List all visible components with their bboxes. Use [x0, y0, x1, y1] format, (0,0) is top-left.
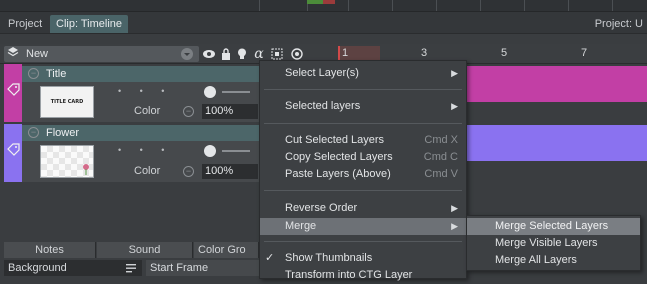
- submenu-item-merge-all[interactable]: Merge All Layers: [467, 252, 640, 269]
- opacity-field[interactable]: 100%: [202, 164, 258, 179]
- menu-item-reverse-order[interactable]: Reverse Order ▶: [260, 200, 466, 217]
- arrow-right-icon: ▶: [451, 101, 458, 111]
- tab-project[interactable]: Project: [2, 15, 48, 33]
- tag-icon: [7, 83, 20, 96]
- tab-notes[interactable]: Notes: [4, 242, 96, 258]
- layers-icon[interactable]: [6, 46, 20, 62]
- tab-sound[interactable]: Sound: [97, 242, 193, 258]
- eye-icon[interactable]: [202, 46, 216, 62]
- submenu-item-merge-selected[interactable]: Merge Selected Layers: [467, 218, 640, 235]
- spacer: [0, 35, 647, 44]
- ruler-frame-7: 7: [581, 47, 588, 59]
- layer-dots: • • •: [118, 145, 173, 155]
- menu-separator: [264, 241, 462, 242]
- ruler-frame-3: 3: [421, 47, 428, 59]
- color-label: Color: [134, 105, 161, 117]
- tab-clip-timeline[interactable]: Clip: Timeline: [50, 15, 129, 33]
- top-strip: [0, 0, 647, 12]
- red-marker: [323, 0, 335, 4]
- arrow-right-icon: ▶: [451, 203, 458, 213]
- track-bar-title[interactable]: [467, 66, 647, 102]
- list-icon[interactable]: [124, 260, 140, 276]
- opacity-knob[interactable]: [204, 86, 216, 98]
- menu-item-select-layers[interactable]: Select Layer(s) ▶: [260, 65, 466, 82]
- dropdown-icon[interactable]: [181, 48, 193, 60]
- merge-submenu: Merge Selected Layers Merge Visible Laye…: [466, 215, 641, 271]
- context-menu: Select Layer(s) ▶ Selected layers ▶ Cut Se…: [259, 60, 467, 281]
- opacity-track[interactable]: [222, 91, 250, 93]
- menu-item-cut-layers[interactable]: Cut Selected Layers Cmd X: [260, 132, 466, 149]
- menu-item-transform-ctg[interactable]: Transform into CTG Layer: [260, 267, 466, 284]
- lock-icon[interactable]: [219, 46, 233, 62]
- layer-name: Title: [46, 68, 67, 80]
- menu-separator: [264, 89, 462, 90]
- flower-icon: [83, 164, 89, 175]
- ruler-frame-5: 5: [501, 47, 508, 59]
- green-marker: [307, 0, 323, 4]
- thumb-text: TITLE CARD: [50, 99, 84, 105]
- layer-thumbnail: [40, 145, 94, 178]
- minus-icon[interactable]: −: [183, 166, 194, 177]
- check-icon: ✓: [265, 252, 275, 264]
- layer-thumbnail: TITLE CARD: [40, 86, 94, 118]
- minus-icon[interactable]: −: [183, 106, 194, 117]
- background-field[interactable]: Background: [4, 260, 142, 276]
- submenu-item-merge-visible[interactable]: Merge Visible Layers: [467, 235, 640, 252]
- minus-icon[interactable]: −: [28, 127, 39, 138]
- empty-layer-area: [4, 182, 259, 240]
- bulb-icon[interactable]: [235, 46, 249, 62]
- layer-color-swatch[interactable]: [4, 124, 22, 182]
- tabs-bar: Project Clip: Timeline Project: U: [0, 12, 647, 34]
- layer-color-swatch[interactable]: [4, 64, 22, 122]
- opacity-track[interactable]: [222, 150, 250, 152]
- layer-name: Flower: [46, 127, 80, 139]
- minus-icon[interactable]: −: [28, 68, 39, 79]
- menu-separator: [264, 123, 462, 124]
- tag-icon: [7, 143, 20, 156]
- menu-item-merge[interactable]: Merge ▶: [260, 218, 466, 235]
- menu-item-show-thumbnails[interactable]: ✓ Show Thumbnails: [260, 250, 466, 267]
- arrow-right-icon: ▶: [451, 68, 458, 78]
- menu-item-copy-layers[interactable]: Copy Selected Layers Cmd C: [260, 149, 466, 166]
- tab-color-group[interactable]: Color Gro: [194, 242, 259, 258]
- new-label: New: [26, 48, 49, 60]
- menu-item-selected-layers[interactable]: Selected layers ▶: [260, 98, 466, 115]
- opacity-knob[interactable]: [204, 145, 216, 157]
- start-frame-field[interactable]: Start Frame: [146, 260, 259, 276]
- color-label: Color: [134, 165, 161, 177]
- menu-item-paste-layers[interactable]: Paste Layers (Above) Cmd V: [260, 166, 466, 183]
- ruler-frame-1: 1: [342, 47, 349, 59]
- layer-dots: • • •: [118, 86, 173, 96]
- opacity-field[interactable]: 100%: [202, 104, 258, 119]
- track-bar-flower[interactable]: [467, 125, 647, 161]
- menu-separator: [264, 190, 462, 191]
- tab-project-right[interactable]: Project: U: [591, 15, 647, 33]
- arrow-right-icon: ▶: [451, 221, 458, 231]
